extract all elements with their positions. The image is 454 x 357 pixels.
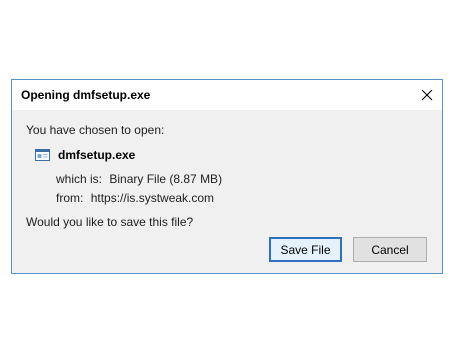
file-row: dmfsetup.exe <box>35 148 135 162</box>
save-file-button[interactable]: Save File <box>269 237 342 262</box>
file-source-value: https://is.systweak.com <box>90 191 215 205</box>
exe-window-icon <box>35 149 50 161</box>
cancel-button[interactable]: Cancel <box>353 237 427 262</box>
save-question: Would you like to save this file? <box>26 215 194 229</box>
from-label: from: <box>56 191 84 205</box>
download-dialog: Opening dmfsetup.exe You have chosen to … <box>11 79 443 274</box>
open-prompt: You have chosen to open: <box>26 123 165 137</box>
file-name: dmfsetup.exe <box>58 148 136 162</box>
which-is-label: which is: <box>56 172 103 186</box>
close-icon <box>421 89 433 101</box>
title-bar: Opening dmfsetup.exe <box>12 80 442 110</box>
file-type-row: which is: Binary File (8.87 MB) <box>56 172 222 186</box>
file-source-row: from: https://is.systweak.com <box>56 191 214 205</box>
file-type-value: Binary File (8.87 MB) <box>109 172 223 186</box>
dialog-content: You have chosen to open: dmfsetup.exe wh… <box>12 110 442 273</box>
dialog-title: Opening dmfsetup.exe <box>21 88 151 102</box>
close-button[interactable] <box>412 80 442 110</box>
